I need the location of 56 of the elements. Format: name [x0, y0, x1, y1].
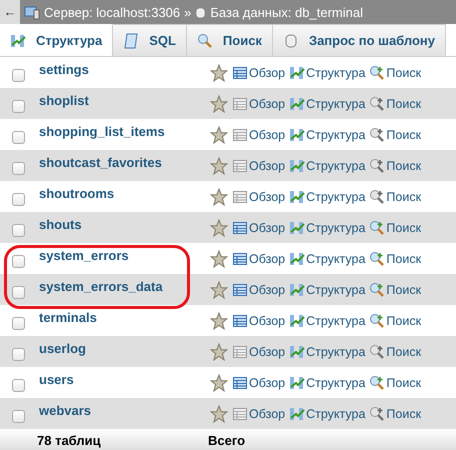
table-name-link[interactable]: system_errors [39, 248, 210, 263]
search-link[interactable]: Поиск [369, 312, 422, 328]
table-count: 78 таблиц [37, 432, 102, 448]
structure-link[interactable]: Структура [289, 220, 366, 236]
browse-link[interactable]: Обзор [232, 64, 286, 80]
tab[interactable]: Поиск [186, 24, 273, 56]
browse-link[interactable]: Обзор [232, 312, 286, 328]
separator: » [184, 4, 192, 20]
search-link[interactable]: Поиск [369, 344, 422, 360]
structure-link[interactable]: Структура [289, 374, 366, 390]
search-link[interactable]: Поиск [369, 250, 422, 266]
search-link[interactable]: Поиск [369, 406, 422, 422]
table-name-link[interactable]: users [39, 372, 210, 387]
search-link[interactable]: Поиск [369, 188, 422, 204]
browse-link[interactable]: Обзор [232, 374, 286, 390]
structure-link[interactable]: Структура [289, 406, 366, 422]
browse-link[interactable]: Обзор [232, 406, 286, 422]
table-name-link[interactable]: terminals [39, 310, 210, 325]
structure-link[interactable]: Структура [289, 282, 366, 298]
tab[interactable]: Запрос по шаблону [272, 24, 446, 56]
browse-link[interactable]: Обзор [232, 282, 286, 298]
browse-link[interactable]: Обзор [232, 250, 286, 266]
search-link[interactable]: Поиск [369, 126, 422, 142]
browse-link[interactable]: Обзор [232, 96, 286, 112]
structure-link[interactable]: Структура [289, 250, 366, 266]
structure-link[interactable]: Структура [289, 158, 366, 174]
total-label: Всего [208, 432, 246, 448]
table-name-link[interactable]: shouts [39, 217, 210, 232]
search-link[interactable]: Поиск [369, 96, 422, 112]
table-name-link[interactable]: shoutcast_favorites [39, 155, 210, 170]
structure-link[interactable]: Структура [289, 126, 366, 142]
browse-link[interactable]: Обзор [232, 188, 286, 204]
search-link[interactable]: Поиск [369, 64, 422, 80]
server-link[interactable]: Сервер: localhost:3306 [44, 4, 180, 20]
search-link[interactable]: Поиск [369, 282, 422, 298]
structure-link[interactable]: Структура [289, 344, 366, 360]
table-name-link[interactable]: settings [39, 62, 210, 77]
table-name-link[interactable]: shoutrooms [39, 186, 210, 201]
table-name-link[interactable]: shoplist [39, 93, 210, 108]
database-link[interactable]: База данных: db_terminal [210, 4, 363, 20]
browse-link[interactable]: Обзор [232, 220, 286, 236]
table-name-link[interactable]: userlog [39, 341, 210, 356]
table-name-link[interactable]: shopping_list_items [39, 124, 210, 139]
browse-link[interactable]: Обзор [232, 158, 286, 174]
structure-link[interactable]: Структура [289, 64, 366, 80]
browse-link[interactable]: Обзор [232, 344, 286, 360]
search-link[interactable]: Поиск [369, 374, 422, 390]
browse-link[interactable]: Обзор [232, 126, 286, 142]
structure-link[interactable]: Структура [289, 188, 366, 204]
tab[interactable]: SQL [113, 24, 187, 56]
search-link[interactable]: Поиск [369, 158, 422, 174]
structure-link[interactable]: Структура [289, 96, 366, 112]
search-link[interactable]: Поиск [369, 220, 422, 236]
table-name-link[interactable]: system_errors_data [39, 279, 210, 294]
table-name-link[interactable]: webvars [39, 403, 210, 418]
structure-link[interactable]: Структура [289, 312, 366, 328]
